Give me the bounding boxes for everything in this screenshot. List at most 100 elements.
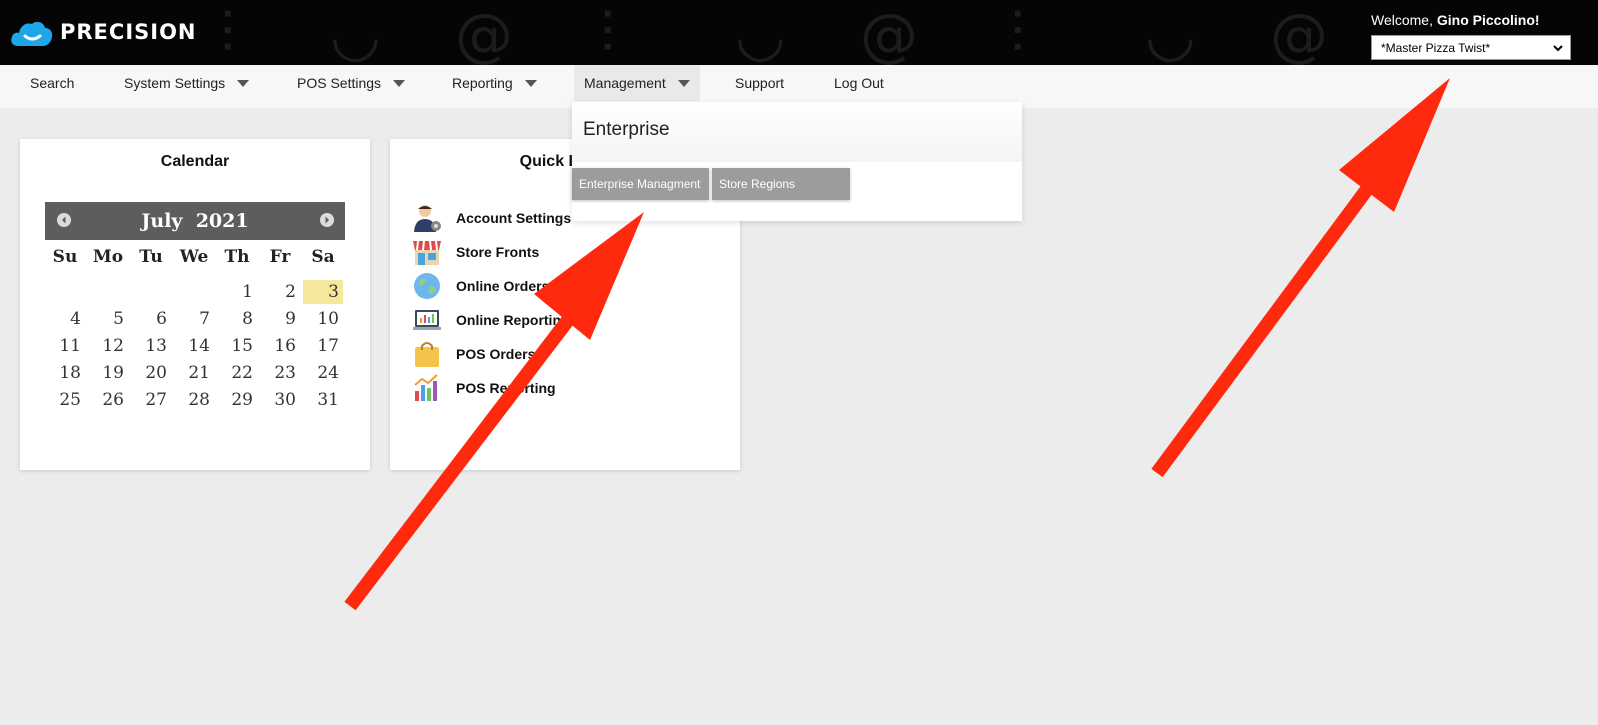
background-pattern-icon: @ [860, 1, 918, 65]
calendar-day[interactable]: 28 [174, 388, 214, 412]
calendar-week-row: 18 19 20 21 22 23 24 [45, 361, 345, 388]
welcome-message: Welcome, Gino Piccolino! [1371, 12, 1540, 28]
background-pattern-icon: ⫶ [220, 0, 235, 65]
quick-link-online-orders[interactable]: Online Orders [412, 271, 549, 301]
nav-management[interactable]: Management [574, 65, 700, 101]
calendar-day[interactable]: 6 [131, 307, 171, 331]
calendar-weekday: Sa [311, 247, 335, 267]
quick-link-pos-orders[interactable]: POS Orders [412, 339, 535, 369]
dropdown-heading: Enterprise [572, 102, 1022, 162]
calendar-day[interactable]: 20 [131, 361, 171, 385]
store-regions-button[interactable]: Store Regions [712, 168, 850, 200]
background-pattern-icon: ◡ [330, 1, 381, 65]
calendar-week-row: 11 12 13 14 15 16 17 [45, 334, 345, 361]
quick-link-online-reporting[interactable]: Online Reporting [412, 305, 570, 335]
next-month-icon[interactable] [320, 213, 334, 227]
calendar-day[interactable]: 18 [45, 361, 85, 385]
user-name: Gino Piccolino! [1436, 12, 1540, 28]
shopping-bag-icon [415, 342, 439, 367]
nav-system-settings[interactable]: System Settings [124, 65, 250, 101]
enterprise-management-label: Enterprise Managment [579, 177, 701, 191]
calendar-weekday-row: Su Mo Tu We Th Fr Sa [45, 247, 345, 280]
nav-pos-settings-label: POS Settings [297, 75, 382, 91]
background-pattern-icon: ◡ [735, 1, 786, 65]
logo[interactable]: PRECISION [10, 18, 197, 48]
nav-log-out-label: Log Out [834, 75, 884, 91]
nav-search-label: Search [30, 75, 75, 91]
calendar-panel: Calendar July 2021 Su Mo Tu We Th Fr Sa 1 2 3 4 5 6 7… [20, 139, 370, 470]
calendar-day[interactable]: 30 [260, 388, 300, 412]
calendar-day[interactable]: 19 [88, 361, 128, 385]
calendar-day[interactable]: 12 [88, 334, 128, 358]
calendar-week-row: 123 [45, 280, 345, 307]
enterprise-management-button[interactable]: Enterprise Managment [572, 168, 709, 200]
store-select[interactable]: *Master Pizza Twist* [1371, 35, 1571, 60]
calendar-day[interactable]: 4 [45, 307, 85, 331]
calendar-weekday: We [179, 247, 209, 267]
calendar-day[interactable]: 21 [174, 361, 214, 385]
calendar-day[interactable]: 7 [174, 307, 214, 331]
caret-down-icon [393, 79, 406, 87]
calendar-day[interactable]: 15 [217, 334, 257, 358]
calendar-day[interactable]: 24 [303, 361, 343, 385]
nav-log-out[interactable]: Log Out [834, 65, 884, 101]
nav-search[interactable]: Search [30, 65, 74, 101]
quick-link-label: Store Fronts [456, 244, 540, 260]
quick-link-label: Online Reporting [456, 312, 570, 328]
background-pattern-icon: ⫶ [1010, 0, 1025, 65]
store-front-icon [413, 240, 441, 265]
calendar-day[interactable]: 14 [174, 334, 214, 358]
nav-support[interactable]: Support [735, 65, 784, 101]
calendar-day[interactable]: 25 [45, 388, 85, 412]
calendar-day[interactable]: 9 [260, 307, 300, 331]
store-regions-label: Store Regions [719, 177, 796, 191]
laptop-chart-icon [413, 310, 441, 330]
nav-pos-settings[interactable]: POS Settings [297, 65, 406, 101]
quick-link-label: POS Reporting [456, 380, 556, 396]
calendar-day[interactable]: 27 [131, 388, 171, 412]
caret-down-icon [677, 79, 690, 87]
management-dropdown: Enterprise Enterprise Managment Store Re… [572, 102, 1022, 221]
calendar-day[interactable]: 29 [217, 388, 257, 412]
globe-icon [414, 273, 440, 299]
calendar-day[interactable]: 11 [45, 334, 85, 358]
quick-link-pos-reporting[interactable]: POS Reporting [412, 373, 556, 403]
calendar-grid: Su Mo Tu We Th Fr Sa 1 2 3 4 5 6 7 8 9 10 11 12 13 14 15 16 17 1… [45, 247, 345, 415]
logo-text: PRECISION [60, 20, 197, 44]
calendar-day[interactable]: 10 [303, 307, 343, 331]
calendar-month: July [141, 210, 183, 232]
background-pattern-icon: ◡ [1145, 1, 1196, 65]
quick-link-store-fronts[interactable]: Store Fronts [412, 237, 539, 267]
quick-link-account-settings[interactable]: Account Settings [412, 203, 571, 233]
calendar-day[interactable]: 22 [217, 361, 257, 385]
caret-down-icon [237, 79, 250, 87]
calendar-day[interactable]: 26 [88, 388, 128, 412]
calendar-day[interactable]: 16 [260, 334, 300, 358]
quick-link-label: Online Orders [456, 278, 550, 294]
calendar-day[interactable]: 1 [217, 280, 257, 304]
nav-support-label: Support [735, 75, 785, 91]
calendar-weekday: Th [224, 247, 250, 267]
calendar-day[interactable]: 31 [303, 388, 343, 412]
calendar-day-today[interactable]: 3 [303, 280, 343, 304]
calendar-weekday: Tu [139, 247, 163, 267]
quick-link-label: Account Settings [456, 210, 572, 226]
calendar-day[interactable]: 23 [260, 361, 300, 385]
calendar-day[interactable]: 8 [217, 307, 257, 331]
caret-down-icon [524, 79, 537, 87]
calendar-title: Calendar [160, 153, 230, 170]
calendar-day[interactable]: 17 [303, 334, 343, 358]
background-pattern-icon: @ [455, 1, 513, 65]
calendar-day[interactable]: 2 [260, 280, 300, 304]
calendar-weekday: Su [52, 247, 78, 267]
calendar-weekday: Fr [269, 247, 291, 267]
calendar-month-year: July 2021 [45, 202, 345, 240]
nav-reporting[interactable]: Reporting [452, 65, 537, 101]
welcome-prefix: Welcome, [1371, 12, 1437, 28]
calendar-day[interactable]: 13 [131, 334, 171, 358]
calendar-day[interactable]: 5 [88, 307, 128, 331]
chevron-down-icon [1553, 45, 1563, 52]
calendar-year: 2021 [195, 210, 249, 232]
account-settings-icon [414, 205, 441, 232]
calendar-week-row: 4 5 6 7 8 9 10 [45, 307, 345, 334]
